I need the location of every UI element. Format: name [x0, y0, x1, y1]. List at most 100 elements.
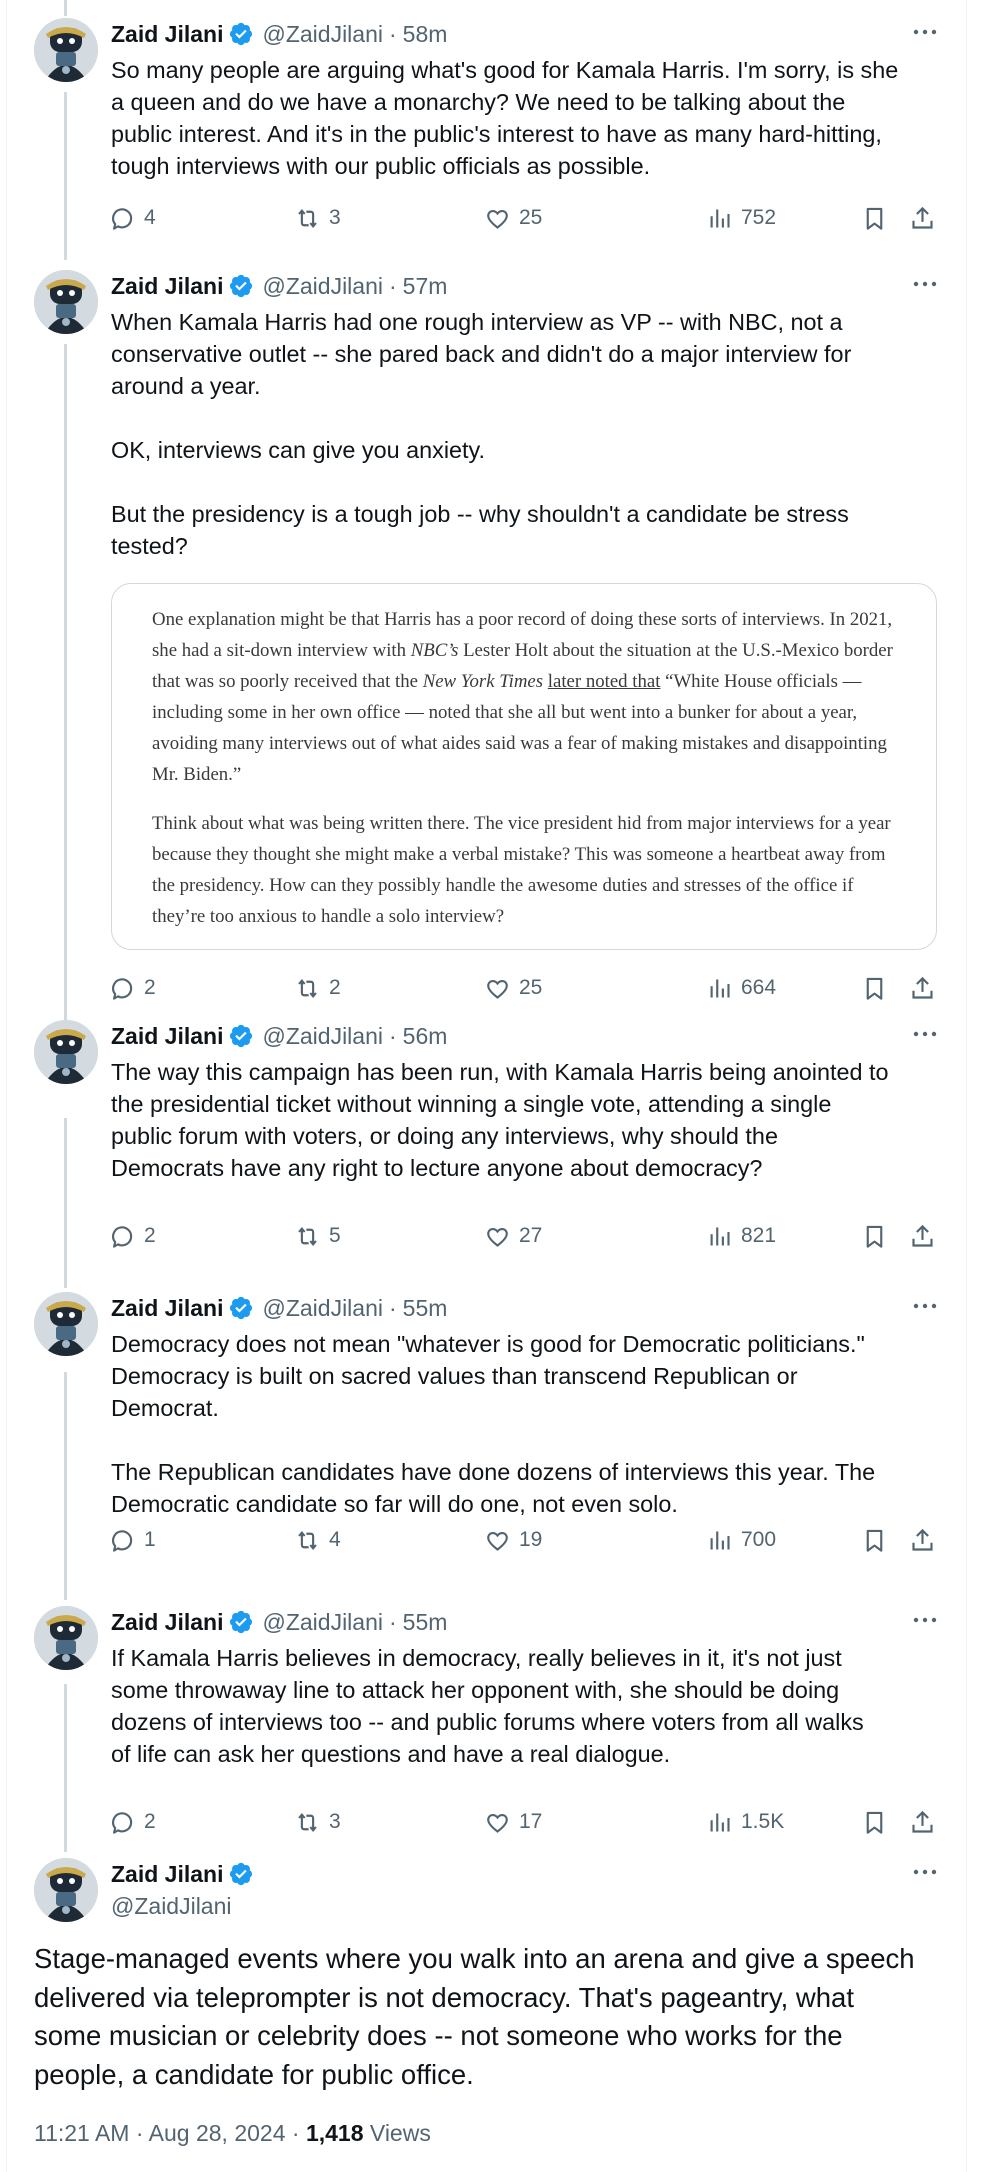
more-icon[interactable]	[910, 22, 940, 42]
verified-badge-icon	[228, 1609, 254, 1635]
author-name[interactable]: Zaid Jilani	[111, 21, 223, 48]
repost-button[interactable]: 3	[294, 1806, 341, 1838]
share-button[interactable]	[909, 972, 936, 1004]
attached-article-image[interactable]: One explanation might be that Harris has…	[111, 583, 937, 950]
repost-button[interactable]: 5	[294, 1220, 341, 1252]
like-button[interactable]: 19	[484, 1524, 542, 1556]
views-icon	[710, 1227, 730, 1245]
avatar[interactable]	[34, 1020, 98, 1084]
avatar[interactable]	[34, 1858, 98, 1922]
author-name[interactable]: Zaid Jilani	[111, 1861, 223, 1888]
author-handle[interactable]: @ZaidJilani	[262, 1023, 383, 1050]
share-icon	[912, 1528, 933, 1551]
thread-tweet[interactable]: Zaid Jilani @ZaidJilani · 56m The way th…	[34, 1020, 940, 1260]
reply-button[interactable]: 2	[109, 972, 156, 1004]
like-button[interactable]: 27	[484, 1220, 542, 1252]
avatar[interactable]	[34, 18, 98, 82]
author-handle[interactable]: @ZaidJilani	[262, 1609, 383, 1636]
reply-icon	[112, 977, 133, 1000]
repost-icon	[298, 1812, 317, 1832]
reply-button[interactable]: 2	[109, 1220, 156, 1252]
repost-count: 3	[329, 206, 341, 229]
reply-button[interactable]: 2	[109, 1806, 156, 1838]
dot-separator: ·	[389, 20, 397, 47]
verified-badge-icon	[228, 1023, 254, 1049]
tweet-time[interactable]: 56m	[403, 1023, 448, 1050]
like-button[interactable]: 25	[484, 202, 542, 234]
like-icon	[487, 1813, 508, 1833]
author-handle[interactable]: @ZaidJilani	[262, 1295, 383, 1322]
more-icon[interactable]	[910, 1296, 940, 1316]
like-count: 25	[519, 976, 543, 999]
avatar[interactable]	[34, 1292, 98, 1356]
share-button[interactable]	[909, 1524, 936, 1556]
repost-count: 3	[329, 1810, 341, 1833]
views-button[interactable]: 700	[706, 1524, 776, 1556]
avatar[interactable]	[34, 270, 98, 334]
more-icon[interactable]	[910, 1862, 940, 1882]
main-author-line: Zaid Jilani	[111, 1858, 940, 1890]
like-button[interactable]: 25	[484, 972, 542, 1004]
more-icon[interactable]	[910, 1610, 940, 1630]
view-count: 821	[741, 1224, 777, 1247]
thread-tweet[interactable]: Zaid Jilani @ZaidJilani · 58m So many pe…	[34, 18, 940, 248]
dot-separator: ·	[389, 1608, 397, 1635]
repost-icon	[298, 978, 317, 998]
views-button[interactable]: 1.5K	[706, 1806, 784, 1838]
bookmark-button[interactable]	[861, 202, 888, 234]
tweet-header: Zaid Jilani @ZaidJilani · 55m	[111, 1606, 940, 1638]
tweet-actions: 2 3 17 1.5K	[109, 1806, 940, 1838]
tweet-time[interactable]: 55m	[403, 1609, 448, 1636]
repost-button[interactable]: 3	[294, 202, 341, 234]
bookmark-icon	[866, 207, 883, 230]
reply-count: 4	[144, 206, 156, 229]
author-name[interactable]: Zaid Jilani	[111, 273, 223, 300]
more-icon[interactable]	[910, 1024, 940, 1044]
bookmark-icon	[866, 1225, 883, 1248]
author-handle[interactable]: @ZaidJilani	[262, 21, 383, 48]
like-count: 19	[519, 1528, 543, 1551]
reply-icon	[112, 1811, 133, 1834]
author-handle[interactable]: @ZaidJilani	[262, 273, 383, 300]
repost-button[interactable]: 2	[294, 972, 341, 1004]
share-button[interactable]	[909, 1220, 936, 1252]
verified-badge-icon	[228, 273, 254, 299]
bookmark-icon	[866, 1529, 883, 1552]
tweet-time[interactable]: 55m	[403, 1295, 448, 1322]
reply-icon	[112, 207, 133, 230]
reply-button[interactable]: 1	[109, 1524, 156, 1556]
share-button[interactable]	[909, 1806, 936, 1838]
tweet-time[interactable]: 58m	[403, 21, 448, 48]
views-icon	[710, 209, 730, 227]
author-handle[interactable]: @ZaidJilani	[111, 1893, 232, 1920]
tweet-actions: 2 2 25 664	[109, 972, 940, 1004]
views-button[interactable]: 752	[706, 202, 776, 234]
views-button[interactable]: 664	[706, 972, 776, 1004]
more-icon[interactable]	[910, 274, 940, 294]
bookmark-button[interactable]	[861, 1806, 888, 1838]
reply-button[interactable]: 4	[109, 202, 156, 234]
share-icon	[912, 206, 933, 229]
reply-icon	[112, 1225, 133, 1248]
thread-tweet[interactable]: Zaid Jilani @ZaidJilani · 55m Democracy …	[34, 1292, 940, 1562]
author-name[interactable]: Zaid Jilani	[111, 1609, 223, 1636]
view-count: 664	[741, 976, 777, 999]
author-name[interactable]: Zaid Jilani	[111, 1295, 223, 1322]
views-button[interactable]: 821	[706, 1220, 776, 1252]
bookmark-button[interactable]	[861, 1220, 888, 1252]
repost-button[interactable]: 4	[294, 1524, 341, 1556]
bookmark-button[interactable]	[861, 1524, 888, 1556]
frame-border-right	[966, 0, 967, 2172]
main-tweet-text: Stage-managed events where you walk into…	[34, 1943, 915, 2090]
tweet-time[interactable]: 57m	[403, 273, 448, 300]
view-count: 1.5K	[741, 1810, 785, 1833]
avatar[interactable]	[34, 1606, 98, 1670]
bookmark-button[interactable]	[861, 972, 888, 1004]
like-button[interactable]: 17	[484, 1806, 542, 1838]
thread-tweet[interactable]: Zaid Jilani @ZaidJilani · 55m If Kamala …	[34, 1606, 940, 1846]
author-name[interactable]: Zaid Jilani	[111, 1023, 223, 1050]
tweet-timestamp[interactable]: 11:21 AM · Aug 28, 2024 ·	[34, 2120, 306, 2146]
share-button[interactable]	[909, 202, 936, 234]
article-paragraph: One explanation might be that Harris has…	[152, 604, 896, 790]
main-handle-line: @ZaidJilani	[111, 1890, 940, 1922]
